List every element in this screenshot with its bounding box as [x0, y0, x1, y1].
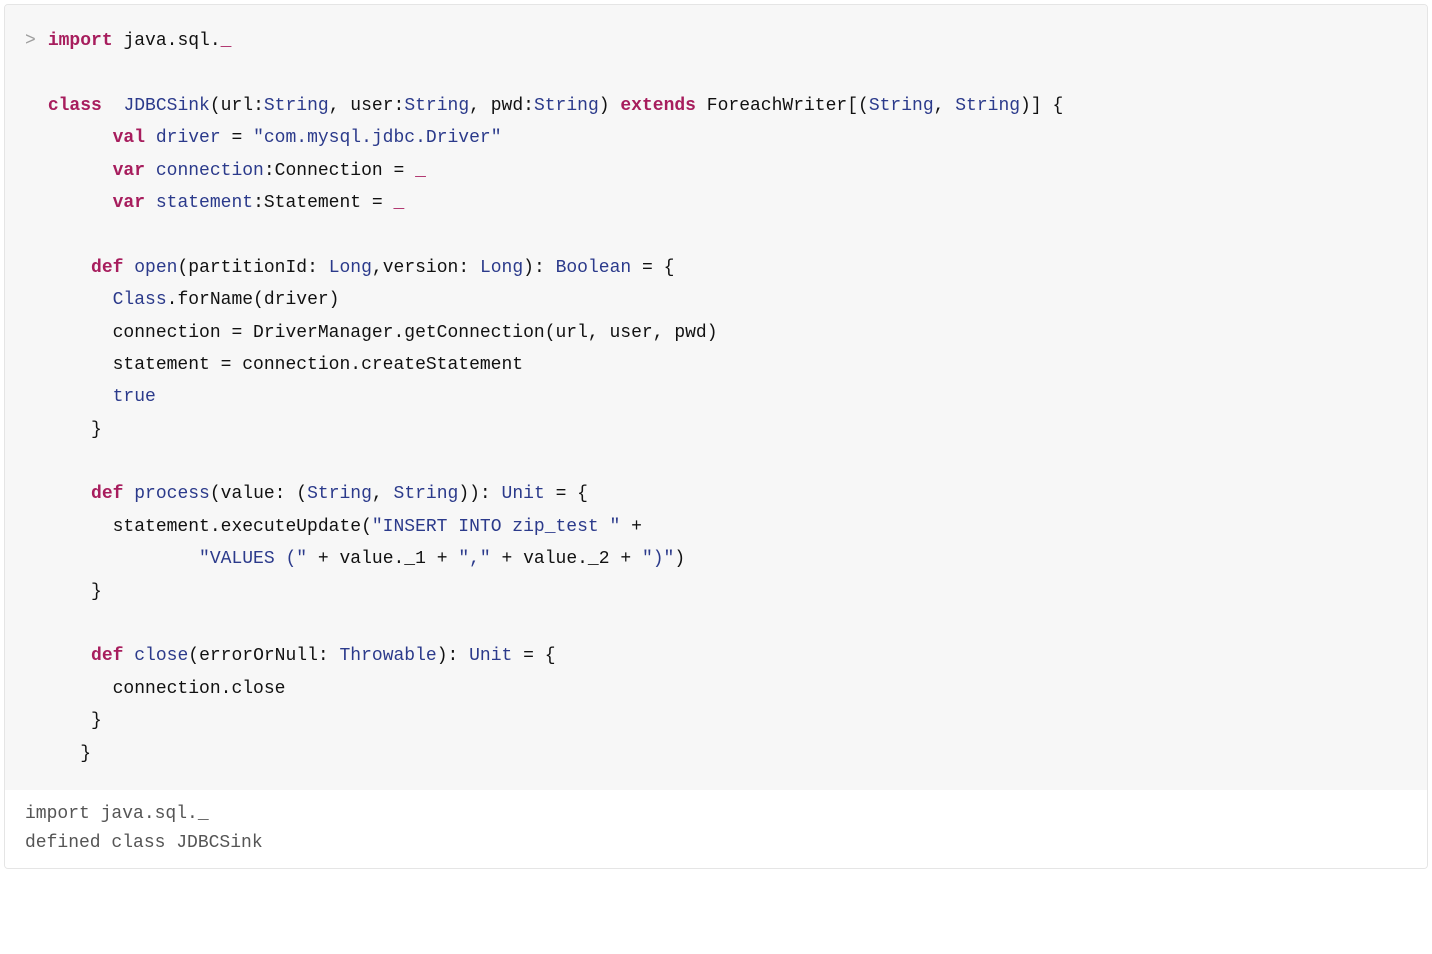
source-code[interactable]: import java.sql._ class JDBCSink(url:Str… [48, 25, 1063, 770]
keyword-def: def [91, 258, 123, 278]
keyword-val: val [113, 128, 145, 148]
keyword-var: var [113, 161, 145, 181]
keyword-import: import [48, 31, 113, 51]
class-name: JDBCSink [123, 96, 209, 116]
keyword-class: class [48, 96, 102, 116]
underscore: _ [221, 31, 232, 51]
string-literal: ")" [642, 549, 674, 569]
prompt-symbol: > [25, 25, 36, 57]
method-name: open [134, 258, 177, 278]
string-literal: "," [458, 549, 490, 569]
output-area: import java.sql._ defined class JDBCSink [5, 790, 1427, 868]
string-literal: "com.mysql.jdbc.Driver" [253, 128, 501, 148]
code-input-area: > import java.sql._ class JDBCSink(url:S… [5, 5, 1427, 790]
keyword-var: var [113, 193, 145, 213]
string-literal: "INSERT INTO zip_test " [372, 517, 620, 537]
method-name: close [134, 646, 188, 666]
method-name: process [134, 484, 210, 504]
notebook-cell: > import java.sql._ class JDBCSink(url:S… [4, 4, 1428, 869]
literal-true: true [113, 387, 156, 407]
keyword-def: def [91, 484, 123, 504]
code-text: java.sql. [123, 31, 220, 51]
string-literal: "VALUES (" [199, 549, 307, 569]
keyword-def: def [91, 646, 123, 666]
keyword-extends: extends [620, 96, 696, 116]
output-text: import java.sql._ defined class JDBCSink [25, 800, 1407, 858]
